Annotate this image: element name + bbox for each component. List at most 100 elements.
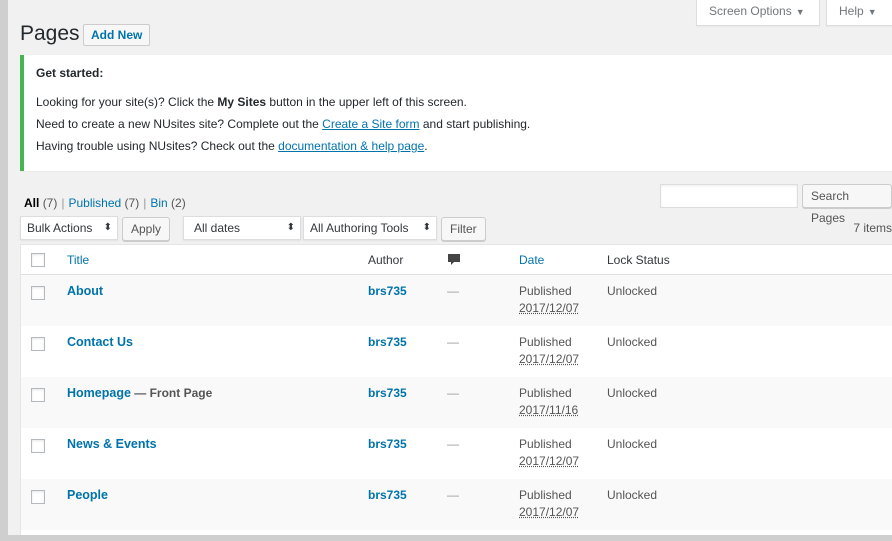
row-checkbox[interactable] [31, 388, 45, 402]
date-column-header[interactable]: Date [519, 253, 544, 267]
title-column-header[interactable]: Title [67, 253, 89, 267]
filter-published-label: Published [68, 196, 122, 210]
notice-heading: Get started: [36, 66, 104, 80]
date-cell: Published 2017/12/07 [519, 283, 579, 317]
page-title-link[interactable]: Homepage [67, 386, 131, 400]
select-all-checkbox[interactable] [31, 253, 45, 267]
filter-bin-label: Bin [150, 196, 168, 210]
separator: | [143, 196, 147, 210]
window-frame-bottom [0, 535, 892, 541]
filter-all-count: (7) [42, 196, 58, 210]
publish-date: 2017/12/07 [519, 301, 580, 315]
bulk-actions-value: Bulk Actions [27, 221, 93, 235]
row-title-cell: Contact Us [67, 335, 133, 349]
row-title-cell: People [67, 488, 108, 502]
filter-bin-count: (2) [171, 196, 186, 210]
lock-status: Unlocked [607, 386, 658, 400]
lock-status-column-header: Lock Status [607, 253, 670, 267]
page-title-link[interactable]: People [67, 488, 108, 502]
filter-all[interactable]: All [24, 196, 39, 210]
author-link[interactable]: brs735 [368, 437, 407, 451]
lock-status: Unlocked [607, 335, 658, 349]
row-title-cell: Homepage — Front Page [67, 386, 212, 400]
triangle-down-icon: ▼ [867, 7, 877, 17]
pages-screen: Screen Options ▼ Help ▼ Pages Add New Get … [8, 0, 892, 535]
author-link[interactable]: brs735 [368, 335, 407, 349]
date-cell: Published 2017/11/16 [519, 385, 578, 419]
comments-count: — [447, 437, 459, 451]
publish-status: Published [519, 386, 572, 400]
row-title-cell: About [67, 284, 103, 298]
triangle-down-icon: ▼ [795, 7, 805, 17]
help-button[interactable]: Help ▼ [826, 0, 892, 26]
page-title-link[interactable]: Contact Us [67, 335, 133, 349]
search-pages-button[interactable]: Search Pages [802, 184, 892, 225]
page-title-link[interactable]: News & Events [67, 437, 157, 451]
row-checkbox[interactable] [31, 490, 45, 504]
separator: | [61, 196, 65, 210]
publish-status: Published [519, 284, 572, 298]
dates-filter-select[interactable]: All dates ⬍ [183, 216, 301, 240]
lock-status: Unlocked [607, 488, 658, 502]
add-new-button[interactable]: Add New [83, 24, 151, 46]
notice-line-my-sites: Looking for your site(s)? Click the My S… [36, 95, 467, 109]
get-started-notice: Get started: Looking for your site(s)? C… [20, 55, 892, 171]
author-column-header: Author [368, 253, 404, 267]
publish-status: Published [519, 437, 572, 451]
authoring-tools-value: All Authoring Tools [310, 221, 409, 235]
row-checkbox[interactable] [31, 337, 45, 351]
notice-line-create-site: Need to create a new NUsites site? Compl… [36, 117, 530, 131]
pages-table: Title Author Date Lock Status About brs7… [20, 244, 892, 535]
filter-published[interactable]: Published (7) [68, 196, 139, 210]
table-row: News & Events brs735 — Published 2017/12/… [21, 428, 892, 479]
lock-status: Unlocked [607, 437, 658, 451]
select-caret-icon: ⬍ [286, 222, 295, 233]
select-caret-icon: ⬍ [422, 222, 431, 233]
table-header: Title Author Date Lock Status [21, 245, 892, 275]
table-row: Homepage — Front Page brs735 — Published… [21, 377, 892, 428]
publish-status: Published [519, 335, 572, 349]
notice-text: Looking for your site(s)? Click the [36, 95, 218, 109]
comments-count: — [447, 284, 459, 298]
apply-button[interactable]: Apply [122, 217, 171, 241]
author-link[interactable]: brs735 [368, 488, 407, 502]
lock-status: Unlocked [607, 284, 658, 298]
publish-date: 2017/12/07 [519, 505, 580, 519]
notice-text: Having trouble using NUsites? Check out … [36, 139, 279, 153]
select-caret-icon: ⬍ [103, 222, 112, 233]
publish-date: 2017/12/07 [519, 454, 580, 468]
page-title-link[interactable]: About [67, 284, 103, 298]
page-title: Pages [20, 22, 80, 45]
documentation-help-link[interactable]: documentation & help page [278, 139, 424, 153]
table-row: People brs735 — Published 2017/12/07 Unlo… [21, 479, 892, 530]
table-row: Contact Us brs735 — Published 2017/12/07 … [21, 326, 892, 377]
notice-text: . [424, 139, 428, 153]
date-cell: Published 2017/12/07 [519, 436, 579, 470]
help-label: Help [839, 4, 864, 18]
row-checkbox[interactable] [31, 439, 45, 453]
date-cell: Published 2017/12/07 [519, 334, 579, 368]
comment-bubble-icon [448, 254, 460, 265]
filter-bin[interactable]: Bin (2) [150, 196, 185, 210]
authoring-tools-select[interactable]: All Authoring Tools ⬍ [303, 216, 437, 240]
notice-line-help: Having trouble using NUsites? Check out … [36, 139, 428, 153]
row-checkbox[interactable] [31, 286, 45, 300]
date-cell: Published 2017/12/07 [519, 487, 579, 521]
author-link[interactable]: brs735 [368, 284, 407, 298]
publish-date: 2017/11/16 [519, 403, 579, 417]
table-row: About brs735 — Published 2017/12/07 Unloc… [21, 275, 892, 326]
my-sites-label: My Sites [217, 95, 267, 109]
comments-count: — [447, 386, 459, 400]
bulk-actions-select[interactable]: Bulk Actions ⬍ [20, 216, 118, 240]
comments-count: — [447, 335, 459, 349]
notice-text: Need to create a new NUsites site? Compl… [36, 117, 323, 131]
create-site-form-link[interactable]: Create a Site form [322, 117, 419, 131]
search-pages-input[interactable] [660, 184, 798, 208]
post-state: — Front Page [130, 386, 213, 400]
dates-filter-value: All dates [194, 221, 241, 235]
notice-text: button in the upper left of this screen. [266, 95, 467, 109]
notice-text: and start publishing. [419, 117, 531, 131]
author-link[interactable]: brs735 [368, 386, 407, 400]
filter-button[interactable]: Filter [441, 217, 486, 241]
screen-options-button[interactable]: Screen Options ▼ [696, 0, 820, 26]
